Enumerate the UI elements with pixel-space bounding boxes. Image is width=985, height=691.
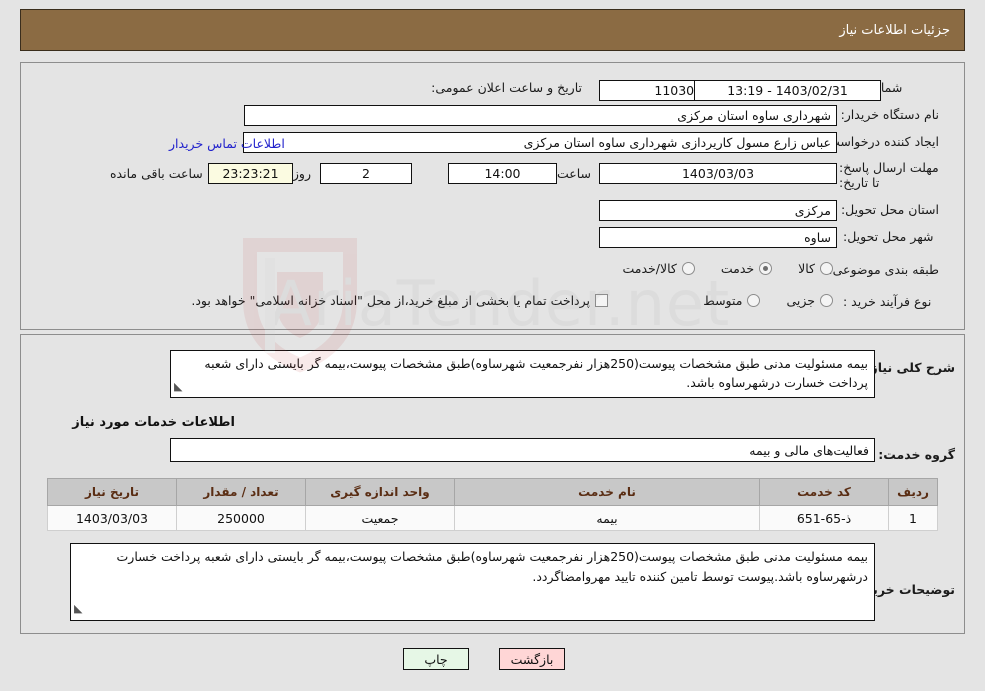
buyer-org-row: نام دستگاه خریدار:	[840, 107, 939, 122]
description-label: شرح کلی نیاز:	[865, 360, 955, 375]
remaining-days-field[interactable]: 2	[320, 163, 412, 184]
announce-date-label: تاریخ و ساعت اعلان عمومی:	[431, 80, 582, 95]
print-button[interactable]: چاپ	[403, 648, 469, 670]
city-field[interactable]: ساوه	[599, 227, 837, 248]
description-textarea[interactable]: بیمه مسئولیت مدنی طبق مشخصات پیوست(250هز…	[170, 350, 875, 398]
table-cell-date: 1403/03/03	[47, 505, 177, 531]
buyer-contact-link[interactable]: اطلاعات تماس خریدار	[169, 136, 285, 151]
services-table: ردیف کد خدمت نام خدمت واحد اندازه گیری تعداد…	[47, 478, 938, 531]
creator-row: ایجاد کننده درخواست:	[823, 134, 939, 149]
resize-grip-icon: ◢	[174, 380, 183, 393]
purchase-type-option-label: متوسط	[703, 293, 743, 308]
table-cell-quantity: 250000	[176, 505, 306, 531]
treasury-checkbox-label: پرداخت تمام یا بخشی از مبلغ خرید،از محل …	[191, 293, 590, 308]
table-cell-code: ذ-65-651	[759, 505, 889, 531]
buyer-notes-text: بیمه مسئولیت مدنی طبق مشخصات پیوست(250هز…	[116, 549, 868, 584]
page-root: جزئیات اطلاعات نیاز شماره نیاز: 11030057…	[0, 0, 985, 691]
province-field[interactable]: مرکزی	[599, 200, 837, 221]
page-title: جزئیات اطلاعات نیاز	[839, 22, 950, 38]
purchase-type-radio-0[interactable]	[820, 294, 833, 307]
description-text: بیمه مسئولیت مدنی طبق مشخصات پیوست(250هز…	[204, 356, 868, 390]
category-options-group: کالا خدمت کالا/خدمت	[596, 261, 833, 276]
table-column-header: کد خدمت	[759, 478, 889, 506]
resize-grip-icon: ◢	[74, 602, 83, 615]
remaining-hours-label: ساعت باقی مانده	[110, 166, 203, 181]
table-column-header: تاریخ نیاز	[47, 478, 177, 506]
treasury-checkbox[interactable]	[595, 294, 608, 307]
creator-field[interactable]: عباس زارع مسول کاریردازی شهرداری ساوه اس…	[243, 132, 837, 153]
table-row[interactable]: 1 ذ-65-651 بیمه جمعیت 250000 1403/03/03	[47, 505, 938, 531]
category-option-1[interactable]: خدمت	[720, 261, 773, 276]
deadline-time-field[interactable]: 14:00	[448, 163, 557, 184]
service-group-label: گروه خدمت:	[878, 447, 955, 462]
table-cell-name: بیمه	[454, 505, 760, 531]
deadline-label: مهلت ارسال پاسخ: تا تاریخ:	[839, 160, 939, 190]
buyer-org-field[interactable]: شهرداری ساوه استان مرکزی	[244, 105, 837, 126]
need-info-panel	[20, 62, 965, 330]
table-column-header: ردیف	[888, 478, 938, 506]
announce-label-wrap: تاریخ و ساعت اعلان عمومی:	[431, 80, 582, 95]
treasury-option[interactable]: پرداخت تمام یا بخشی از مبلغ خرید،از محل …	[191, 293, 608, 308]
buyer-org-label: نام دستگاه خریدار:	[840, 107, 939, 122]
purchase-type-label: نوع فرآیند خرید :	[843, 294, 932, 309]
purchase-type-option-1[interactable]: متوسط	[703, 293, 761, 308]
buyer-notes-textarea[interactable]: بیمه مسئولیت مدنی طبق مشخصات پیوست(250هز…	[70, 543, 875, 621]
purchase-type-option-0[interactable]: جزیی	[786, 293, 833, 308]
page-header: جزئیات اطلاعات نیاز	[20, 9, 965, 51]
deadline-row: مهلت ارسال پاسخ: تا تاریخ:	[839, 160, 939, 190]
category-option-label: کالا/خدمت	[622, 261, 677, 276]
province-label: استان محل تحویل:	[840, 202, 939, 217]
category-radio-0[interactable]	[820, 262, 833, 275]
deadline-date-field[interactable]: 1403/03/03	[599, 163, 837, 184]
purchase-type-row: نوع فرآیند خرید :	[843, 294, 939, 309]
table-column-header: واحد اندازه گیری	[305, 478, 455, 506]
province-row: استان محل تحویل:	[840, 202, 939, 217]
creator-label: ایجاد کننده درخواست:	[823, 134, 939, 149]
city-label: شهر محل تحویل:	[843, 229, 934, 244]
purchase-type-option-label: جزیی	[786, 293, 815, 308]
category-label: طبقه بندی موضوعی:	[828, 262, 939, 277]
table-header-row: ردیف کد خدمت نام خدمت واحد اندازه گیری تعداد…	[47, 478, 938, 506]
category-option-label: کالا	[798, 261, 815, 276]
category-option-label: خدمت	[720, 261, 755, 276]
table-cell-index: 1	[888, 505, 938, 531]
table-column-header: تعداد / مقدار	[176, 478, 306, 506]
city-row: شهر محل تحویل:	[843, 229, 939, 244]
category-option-0[interactable]: کالا	[798, 261, 833, 276]
purchase-type-radio-1[interactable]	[747, 294, 761, 307]
category-radio-2[interactable]	[681, 262, 695, 275]
deadline-hour-label: ساعت	[556, 166, 591, 181]
back-button[interactable]: بازگشت	[499, 648, 565, 670]
category-row: طبقه بندی موضوعی:	[828, 262, 939, 277]
category-radio-1[interactable]	[759, 262, 773, 275]
services-section-title: اطلاعات خدمات مورد نیاز	[72, 415, 235, 430]
purchase-type-options-group: جزیی متوسط	[677, 293, 833, 308]
service-group-field[interactable]: فعالیت‌های مالی و بیمه	[170, 438, 875, 462]
category-option-2[interactable]: کالا/خدمت	[622, 261, 695, 276]
remaining-countdown-field: 23:23:21	[208, 163, 293, 184]
table-cell-unit: جمعیت	[305, 505, 455, 531]
announce-date-field[interactable]: 1403/02/31 - 13:19	[694, 80, 881, 101]
table-column-header: نام خدمت	[454, 478, 760, 506]
